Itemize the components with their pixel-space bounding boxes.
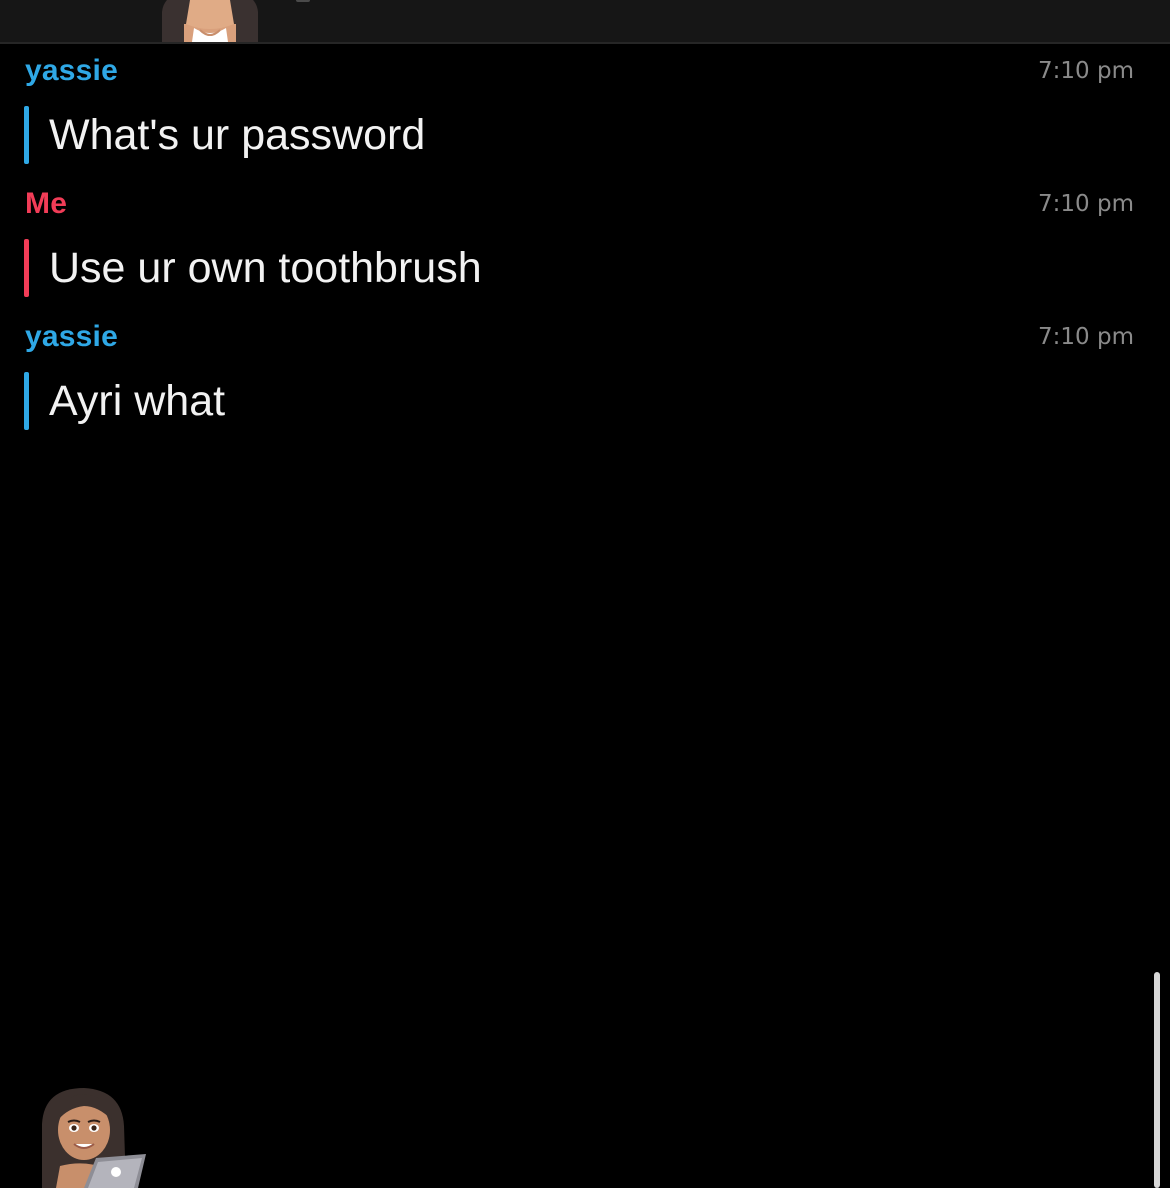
bitmoji-laptop-icon: [34, 1084, 154, 1188]
message-sender: Me: [25, 187, 68, 220]
chat-header: [0, 0, 1170, 44]
message-item[interactable]: Me 7:10 pm Use ur own toothbrush: [0, 175, 1170, 305]
message-item[interactable]: yassie 7:10 pm What's ur password: [0, 42, 1170, 172]
message-sender: yassie: [25, 54, 118, 87]
message-text[interactable]: What's ur password: [49, 106, 425, 164]
sender-color-bar: [24, 106, 29, 164]
message-item[interactable]: yassie 7:10 pm Ayri what: [0, 308, 1170, 438]
message-sender: yassie: [25, 320, 118, 353]
sender-color-bar: [24, 372, 29, 430]
sender-color-bar: [24, 239, 29, 297]
message-timestamp: 7:10 pm: [1038, 324, 1134, 350]
message-timestamp: 7:10 pm: [1038, 58, 1134, 84]
header-indicator-dot: [296, 0, 310, 2]
message-timestamp: 7:10 pm: [1038, 191, 1134, 217]
bitmoji-avatar-icon[interactable]: [154, 0, 266, 42]
message-text[interactable]: Use ur own toothbrush: [49, 239, 482, 297]
message-text[interactable]: Ayri what: [49, 372, 225, 430]
scrollbar[interactable]: [1154, 972, 1160, 1188]
